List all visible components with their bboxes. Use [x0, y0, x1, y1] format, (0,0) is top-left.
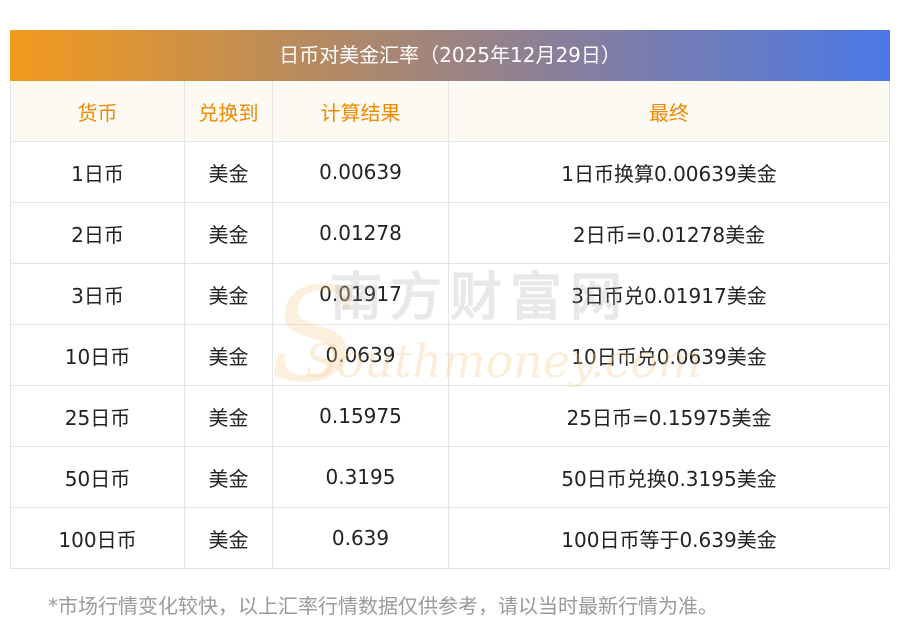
cell-target: 美金	[184, 507, 273, 569]
cell-result: 0.0639	[272, 324, 449, 386]
cell-final: 50日币兑换0.3195美金	[448, 446, 890, 508]
cell-final: 25日币=0.15975美金	[448, 385, 890, 447]
disclaimer-note: *市场行情变化较快，以上汇率行情数据仅供参考，请以当时最新行情为准。	[48, 594, 718, 618]
cell-target: 美金	[184, 324, 273, 386]
cell-target: 美金	[184, 141, 273, 203]
cell-currency: 25日币	[10, 385, 185, 447]
cell-target: 美金	[184, 263, 273, 325]
table-title: 日币对美金汇率（2025年12月29日）	[10, 30, 890, 81]
cell-currency: 100日币	[10, 507, 185, 569]
table-row: 1日币 美金 0.00639 1日币换算0.00639美金	[10, 141, 890, 203]
table-row: 25日币 美金 0.15975 25日币=0.15975美金	[10, 385, 890, 447]
rate-table-card: 日币对美金汇率（2025年12月29日） 货币 兑换到 计算结果 最终 1日币 …	[10, 30, 890, 569]
cell-target: 美金	[184, 202, 273, 264]
header-result: 计算结果	[272, 81, 449, 142]
cell-target: 美金	[184, 446, 273, 508]
table-row: 100日币 美金 0.639 100日币等于0.639美金	[10, 507, 890, 569]
cell-final: 2日币=0.01278美金	[448, 202, 890, 264]
header-currency: 货币	[10, 81, 185, 142]
cell-currency: 2日币	[10, 202, 185, 264]
cell-result: 0.639	[272, 507, 449, 569]
table-header-row: 货币 兑换到 计算结果 最终	[10, 81, 890, 142]
table-row: 10日币 美金 0.0639 10日币兑0.0639美金	[10, 324, 890, 386]
cell-final: 1日币换算0.00639美金	[448, 141, 890, 203]
cell-result: 0.3195	[272, 446, 449, 508]
header-convert-to: 兑换到	[184, 81, 273, 142]
cell-result: 0.01917	[272, 263, 449, 325]
cell-final: 10日币兑0.0639美金	[448, 324, 890, 386]
table-row: 2日币 美金 0.01278 2日币=0.01278美金	[10, 202, 890, 264]
cell-final: 3日币兑0.01917美金	[448, 263, 890, 325]
cell-currency: 3日币	[10, 263, 185, 325]
cell-result: 0.15975	[272, 385, 449, 447]
cell-result: 0.01278	[272, 202, 449, 264]
cell-currency: 50日币	[10, 446, 185, 508]
cell-currency: 10日币	[10, 324, 185, 386]
exchange-rate-table: 货币 兑换到 计算结果 最终 1日币 美金 0.00639 1日币换算0.006…	[10, 81, 890, 569]
cell-target: 美金	[184, 385, 273, 447]
table-row: 3日币 美金 0.01917 3日币兑0.01917美金	[10, 263, 890, 325]
cell-currency: 1日币	[10, 141, 185, 203]
cell-final: 100日币等于0.639美金	[448, 507, 890, 569]
header-final: 最终	[448, 81, 890, 142]
table-row: 50日币 美金 0.3195 50日币兑换0.3195美金	[10, 446, 890, 508]
cell-result: 0.00639	[272, 141, 449, 203]
